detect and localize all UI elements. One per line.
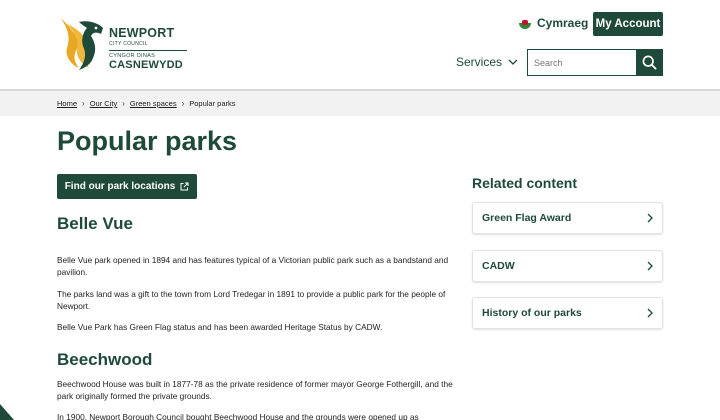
chevron-right-icon xyxy=(647,213,653,223)
breadcrumb-link-home[interactable]: Home xyxy=(57,99,77,108)
welsh-flag-icon xyxy=(519,17,531,29)
logo-divider xyxy=(109,49,187,51)
chevron-right-icon xyxy=(647,308,653,318)
page-title: Popular parks xyxy=(57,126,238,156)
breadcrumb-link-our-city[interactable]: Our City xyxy=(90,99,118,108)
related-link-label: Green Flag Award xyxy=(482,212,572,224)
logo-line-city-council: CITY COUNCIL xyxy=(109,40,148,47)
search-icon xyxy=(642,55,657,70)
services-menu-toggle[interactable]: Services xyxy=(456,55,518,69)
beechwood-paragraph-1: Beechwood House was built in 1877-78 as … xyxy=(57,379,453,401)
search-button[interactable] xyxy=(636,49,663,76)
related-link-label: CADW xyxy=(482,260,515,272)
related-content-heading: Related content xyxy=(472,175,578,191)
breadcrumb-current: Popular parks xyxy=(189,99,236,108)
site-header: NEWPORT CITY COUNCIL CYNGOR DINAS CASNEW… xyxy=(0,0,720,89)
corner-decoration xyxy=(0,404,14,420)
language-switch-link[interactable]: Cymraeg xyxy=(519,15,588,31)
beechwood-paragraph-2: In 1900, Newport Borough Council bought … xyxy=(57,412,419,420)
external-link-icon xyxy=(180,182,189,191)
belle-vue-paragraph-2: The parks land was a gift to the town fr… xyxy=(57,289,446,311)
breadcrumb-bar: Home › Our City › Green spaces › Popular… xyxy=(0,89,720,116)
chevron-right-icon: › xyxy=(122,99,125,108)
logo-line-newport: NEWPORT xyxy=(109,26,175,40)
breadcrumb-link-green-spaces[interactable]: Green spaces xyxy=(130,99,177,108)
section-heading-beechwood: Beechwood xyxy=(57,350,153,369)
services-label: Services xyxy=(456,55,503,69)
related-link-cadw[interactable]: CADW xyxy=(472,250,663,282)
newport-logo[interactable]: NEWPORT CITY COUNCIL CYNGOR DINAS CASNEW… xyxy=(57,14,197,72)
search-input[interactable] xyxy=(527,49,636,76)
related-link-history-of-our-parks[interactable]: History of our parks xyxy=(472,297,663,329)
language-label: Cymraeg xyxy=(537,16,589,30)
chevron-down-icon xyxy=(508,59,518,65)
breadcrumb: Home › Our City › Green spaces › Popular… xyxy=(57,99,236,108)
logo-wordmark: NEWPORT CITY COUNCIL CYNGOR DINAS CASNEW… xyxy=(109,27,187,71)
related-link-green-flag-award[interactable]: Green Flag Award xyxy=(472,202,663,234)
related-link-label: History of our parks xyxy=(482,307,582,319)
chevron-right-icon: › xyxy=(181,99,185,108)
find-park-locations-button[interactable]: Find our park locations xyxy=(57,174,197,199)
chevron-right-icon: › xyxy=(82,99,85,108)
dragon-emblem-icon xyxy=(61,18,103,70)
my-account-button[interactable]: My Account xyxy=(593,12,663,36)
section-heading-belle-vue: Belle Vue xyxy=(57,214,133,233)
belle-vue-paragraph-3: Belle Vue Park has Green Flag status and… xyxy=(57,322,383,332)
logo-line-casnewydd: CASNEWYDD xyxy=(109,59,183,71)
find-park-locations-label: Find our park locations xyxy=(64,181,176,192)
chevron-right-icon xyxy=(647,261,653,271)
belle-vue-paragraph-1: Belle Vue park opened in 1894 and has fe… xyxy=(57,255,449,277)
